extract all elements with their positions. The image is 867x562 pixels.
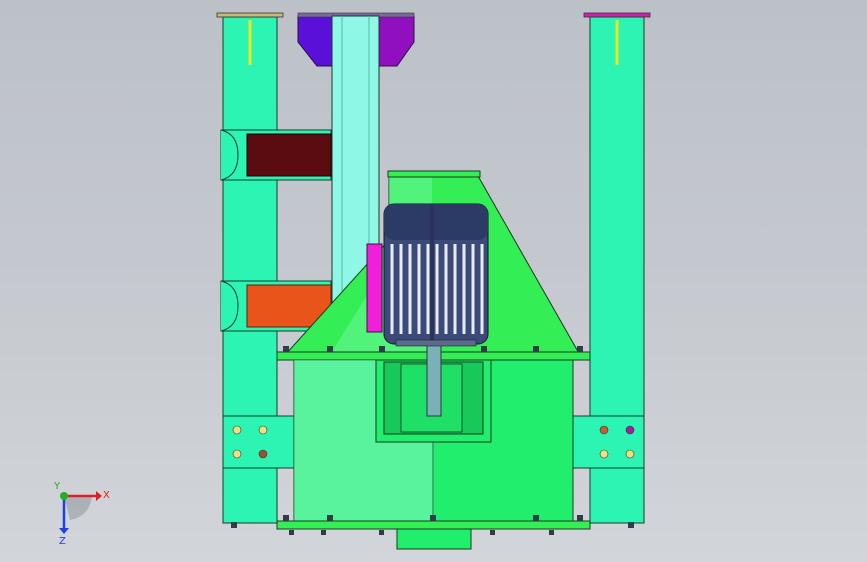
- left-flange-plate: [222, 415, 298, 469]
- cad-viewport[interactable]: X Y Z: [0, 0, 867, 562]
- right-flange-plate: [569, 415, 645, 469]
- right-flange-bolt: [599, 425, 609, 435]
- left-frame-column[interactable]: [216, 12, 298, 524]
- upper-cross-beam[interactable]: [220, 129, 332, 181]
- left-flange-bolt: [258, 449, 268, 459]
- motor-shaft: [426, 343, 442, 417]
- triad-z-arrow: [59, 528, 69, 534]
- triad-shadow: [64, 496, 92, 520]
- right-flange-bolt: [625, 449, 635, 459]
- model-drawing[interactable]: [0, 0, 867, 562]
- triad-origin: [60, 492, 68, 500]
- left-column-cap: [216, 12, 284, 18]
- right-feed-chute[interactable]: [376, 15, 415, 67]
- discharge-outlet[interactable]: [396, 528, 472, 550]
- triad-x-arrow: [96, 491, 102, 501]
- left-flange-bolt: [258, 425, 268, 435]
- right-flange-bolt: [625, 425, 635, 435]
- housing-bottom-flange: [276, 520, 591, 530]
- right-flange-bolt: [599, 449, 609, 459]
- left-feed-chute[interactable]: [297, 15, 336, 67]
- right-frame-column[interactable]: [569, 12, 651, 524]
- triad-x-label: X: [103, 490, 110, 501]
- triad-y-label: Y: [53, 481, 61, 492]
- left-flange-bolt: [232, 425, 242, 435]
- left-flange-bolt: [232, 449, 242, 459]
- drive-motor[interactable]: [383, 203, 489, 347]
- motor-mount-plate[interactable]: [366, 243, 383, 333]
- right-column-cap: [583, 12, 651, 18]
- triad-z-label: Z: [59, 536, 66, 547]
- coordinate-triad: X Y Z: [53, 481, 110, 547]
